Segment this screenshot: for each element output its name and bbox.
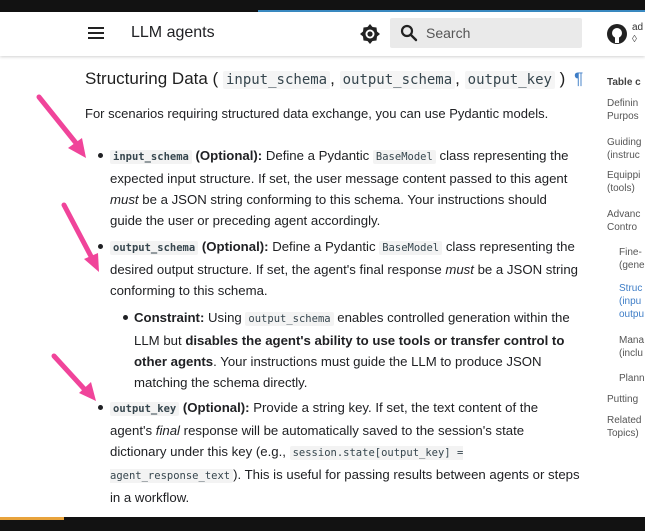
- annotation-arrow-icon: [36, 94, 86, 158]
- annotation-arrows: [36, 94, 99, 401]
- annotation-arrow-icon: [61, 202, 99, 272]
- window-bottom-bar: [0, 517, 645, 531]
- annotation-arrow-icon: [51, 353, 96, 401]
- scroll-progress: [0, 517, 64, 520]
